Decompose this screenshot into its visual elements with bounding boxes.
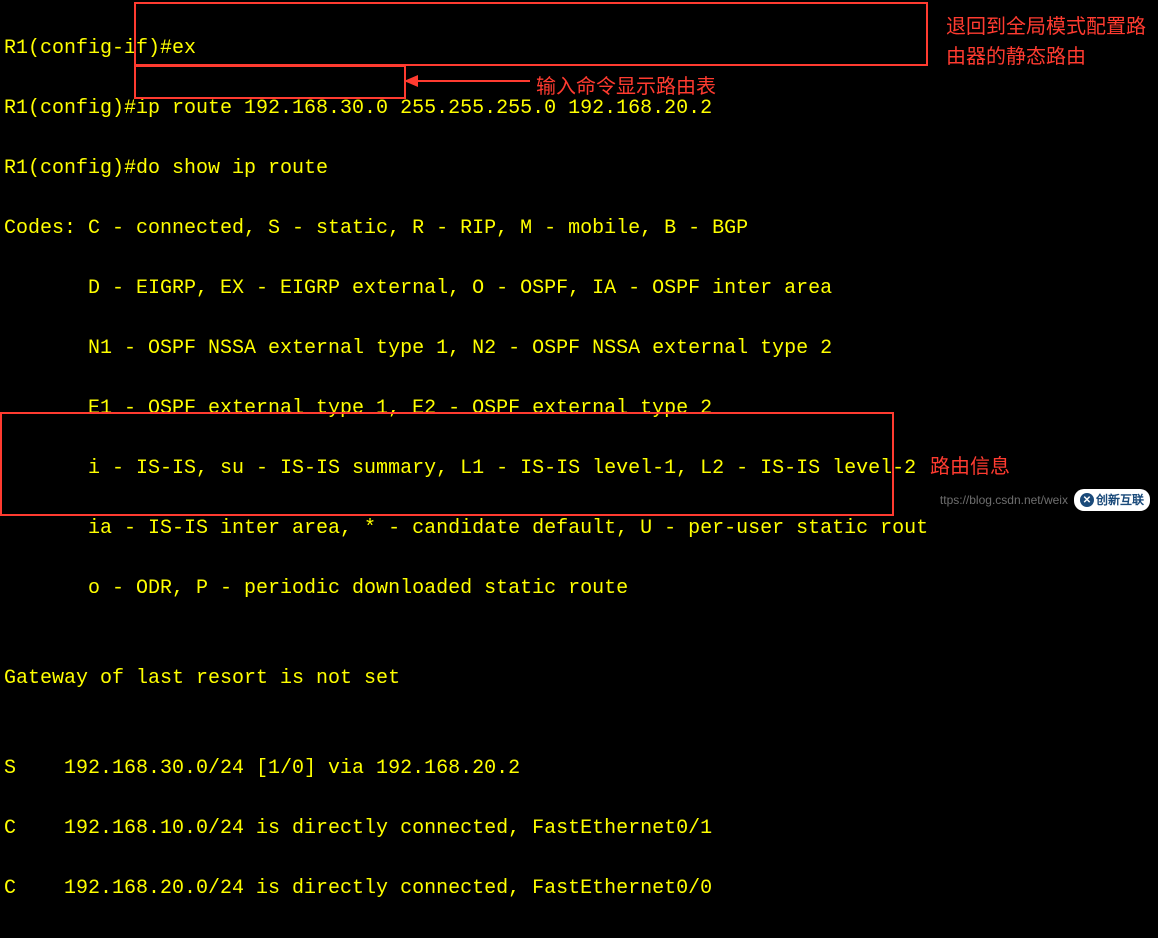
term-line: o - ODR, P - periodic downloaded static … bbox=[4, 574, 1154, 604]
watermark-url: ttps://blog.csdn.net/weix bbox=[940, 491, 1068, 509]
annotation-show-route: 输入命令显示路由表 bbox=[536, 72, 716, 102]
watermark: ttps://blog.csdn.net/weix ✕ 创新互联 bbox=[940, 489, 1150, 511]
term-line: D - EIGRP, EX - EIGRP external, O - OSPF… bbox=[4, 274, 1154, 304]
term-line: S 192.168.30.0/24 [1/0] via 192.168.20.2 bbox=[4, 754, 1154, 784]
term-line: R1(config)#do show ip route bbox=[4, 154, 1154, 184]
term-line: Codes: C - connected, S - static, R - RI… bbox=[4, 214, 1154, 244]
watermark-logo: ✕ 创新互联 bbox=[1074, 489, 1150, 511]
highlight-box-routing-table bbox=[0, 412, 894, 516]
annotation-route-info: 路由信息 bbox=[930, 452, 1010, 482]
term-line: C 192.168.20.0/24 is directly connected,… bbox=[4, 874, 1154, 904]
annotation-config-static: 退回到全局模式配置路由器的静态路由 bbox=[946, 12, 1151, 72]
logo-icon: ✕ bbox=[1080, 493, 1094, 507]
highlight-box-show-route bbox=[134, 65, 406, 99]
term-line: C 192.168.10.0/24 is directly connected,… bbox=[4, 814, 1154, 844]
highlight-box-commands bbox=[134, 2, 928, 66]
arrow-icon bbox=[406, 80, 530, 82]
watermark-logo-text: 创新互联 bbox=[1096, 491, 1144, 509]
term-line: N1 - OSPF NSSA external type 1, N2 - OSP… bbox=[4, 334, 1154, 364]
term-line: Gateway of last resort is not set bbox=[4, 664, 1154, 694]
term-line: ia - IS-IS inter area, * - candidate def… bbox=[4, 514, 1154, 544]
